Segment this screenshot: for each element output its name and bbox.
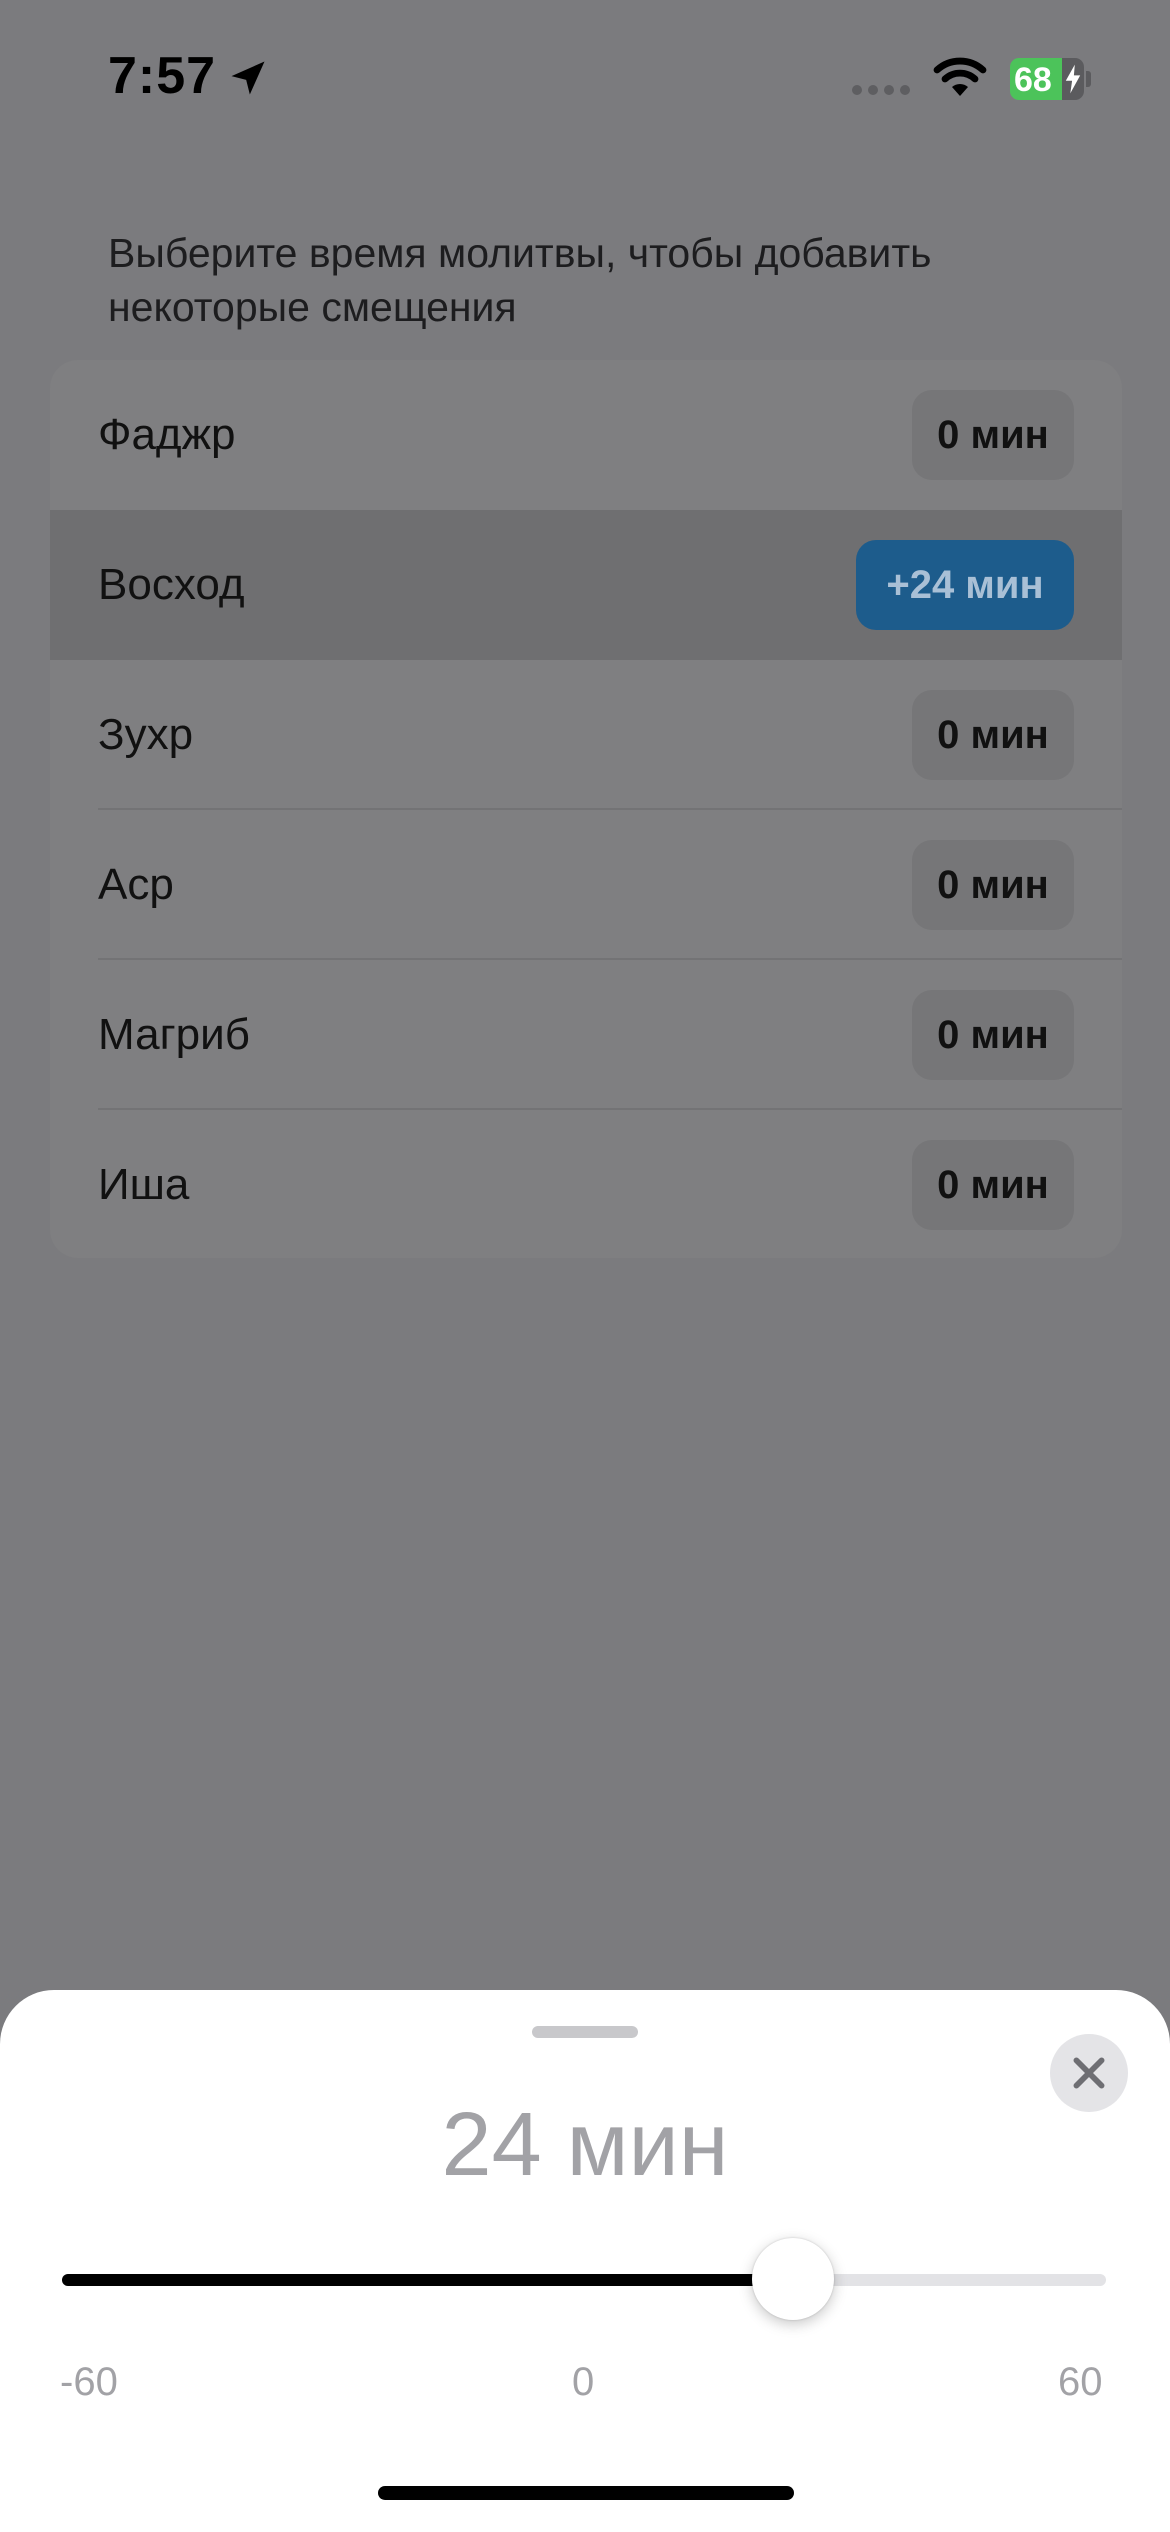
prayer-name: Магриб bbox=[98, 1010, 250, 1059]
prayer-row-fajr[interactable]: Фаджр 0 мин bbox=[50, 360, 1122, 510]
home-indicator bbox=[378, 2486, 794, 2500]
status-time: 7:57 bbox=[108, 47, 217, 105]
offset-slider-track[interactable] bbox=[62, 2274, 1106, 2286]
location-arrow-icon bbox=[231, 61, 265, 95]
prayer-name: Иша bbox=[98, 1160, 190, 1209]
prayer-name: Восход bbox=[98, 560, 245, 609]
offset-badge: 0 мин bbox=[912, 690, 1074, 780]
prayer-name: Аср bbox=[98, 860, 174, 909]
offset-badge: 0 мин bbox=[912, 990, 1074, 1080]
slider-mid-label: 0 bbox=[572, 2360, 595, 2404]
prayer-name: Фаджр bbox=[98, 410, 236, 459]
offset-bottom-sheet: 24 мин -60 0 60 bbox=[0, 1990, 1170, 2532]
status-bar: 7:57 68 bbox=[0, 0, 1170, 150]
offset-badge: 0 мин bbox=[912, 1140, 1074, 1230]
wifi-icon bbox=[933, 57, 987, 96]
offset-badge: +24 мин bbox=[856, 540, 1074, 630]
charging-bolt-icon bbox=[1065, 64, 1081, 94]
battery-percent: 68 bbox=[1014, 61, 1052, 99]
prayer-row-asr[interactable]: Аср 0 мин bbox=[50, 810, 1122, 960]
prayer-row-maghrib[interactable]: Магриб 0 мин bbox=[50, 960, 1122, 1110]
prayer-offset-list: Фаджр 0 мин Восход +24 мин Зухр 0 мин Ас… bbox=[50, 360, 1122, 1258]
slider-min-label: -60 bbox=[60, 2360, 118, 2404]
prayer-name: Зухр bbox=[98, 710, 194, 759]
offset-badge: 0 мин bbox=[912, 840, 1074, 930]
offset-slider-fill bbox=[62, 2274, 793, 2286]
battery-indicator: 68 bbox=[1010, 58, 1091, 100]
offset-slider-thumb[interactable] bbox=[751, 2238, 834, 2320]
sheet-grabber[interactable] bbox=[532, 2026, 638, 2038]
prayer-row-isha[interactable]: Иша 0 мин bbox=[50, 1110, 1122, 1258]
slider-max-label: 60 bbox=[1058, 2360, 1103, 2404]
offset-badge: 0 мин bbox=[912, 390, 1074, 480]
cellular-signal-icon bbox=[852, 82, 916, 100]
close-icon bbox=[1073, 2057, 1105, 2089]
prayer-row-sunrise[interactable]: Восход +24 мин bbox=[50, 510, 1122, 660]
offset-value-label: 24 мин bbox=[441, 2095, 729, 2195]
prayer-row-dhuhr[interactable]: Зухр 0 мин bbox=[50, 660, 1122, 810]
intro-text: Выберите время молитвы, чтобы добавить н… bbox=[108, 230, 932, 330]
